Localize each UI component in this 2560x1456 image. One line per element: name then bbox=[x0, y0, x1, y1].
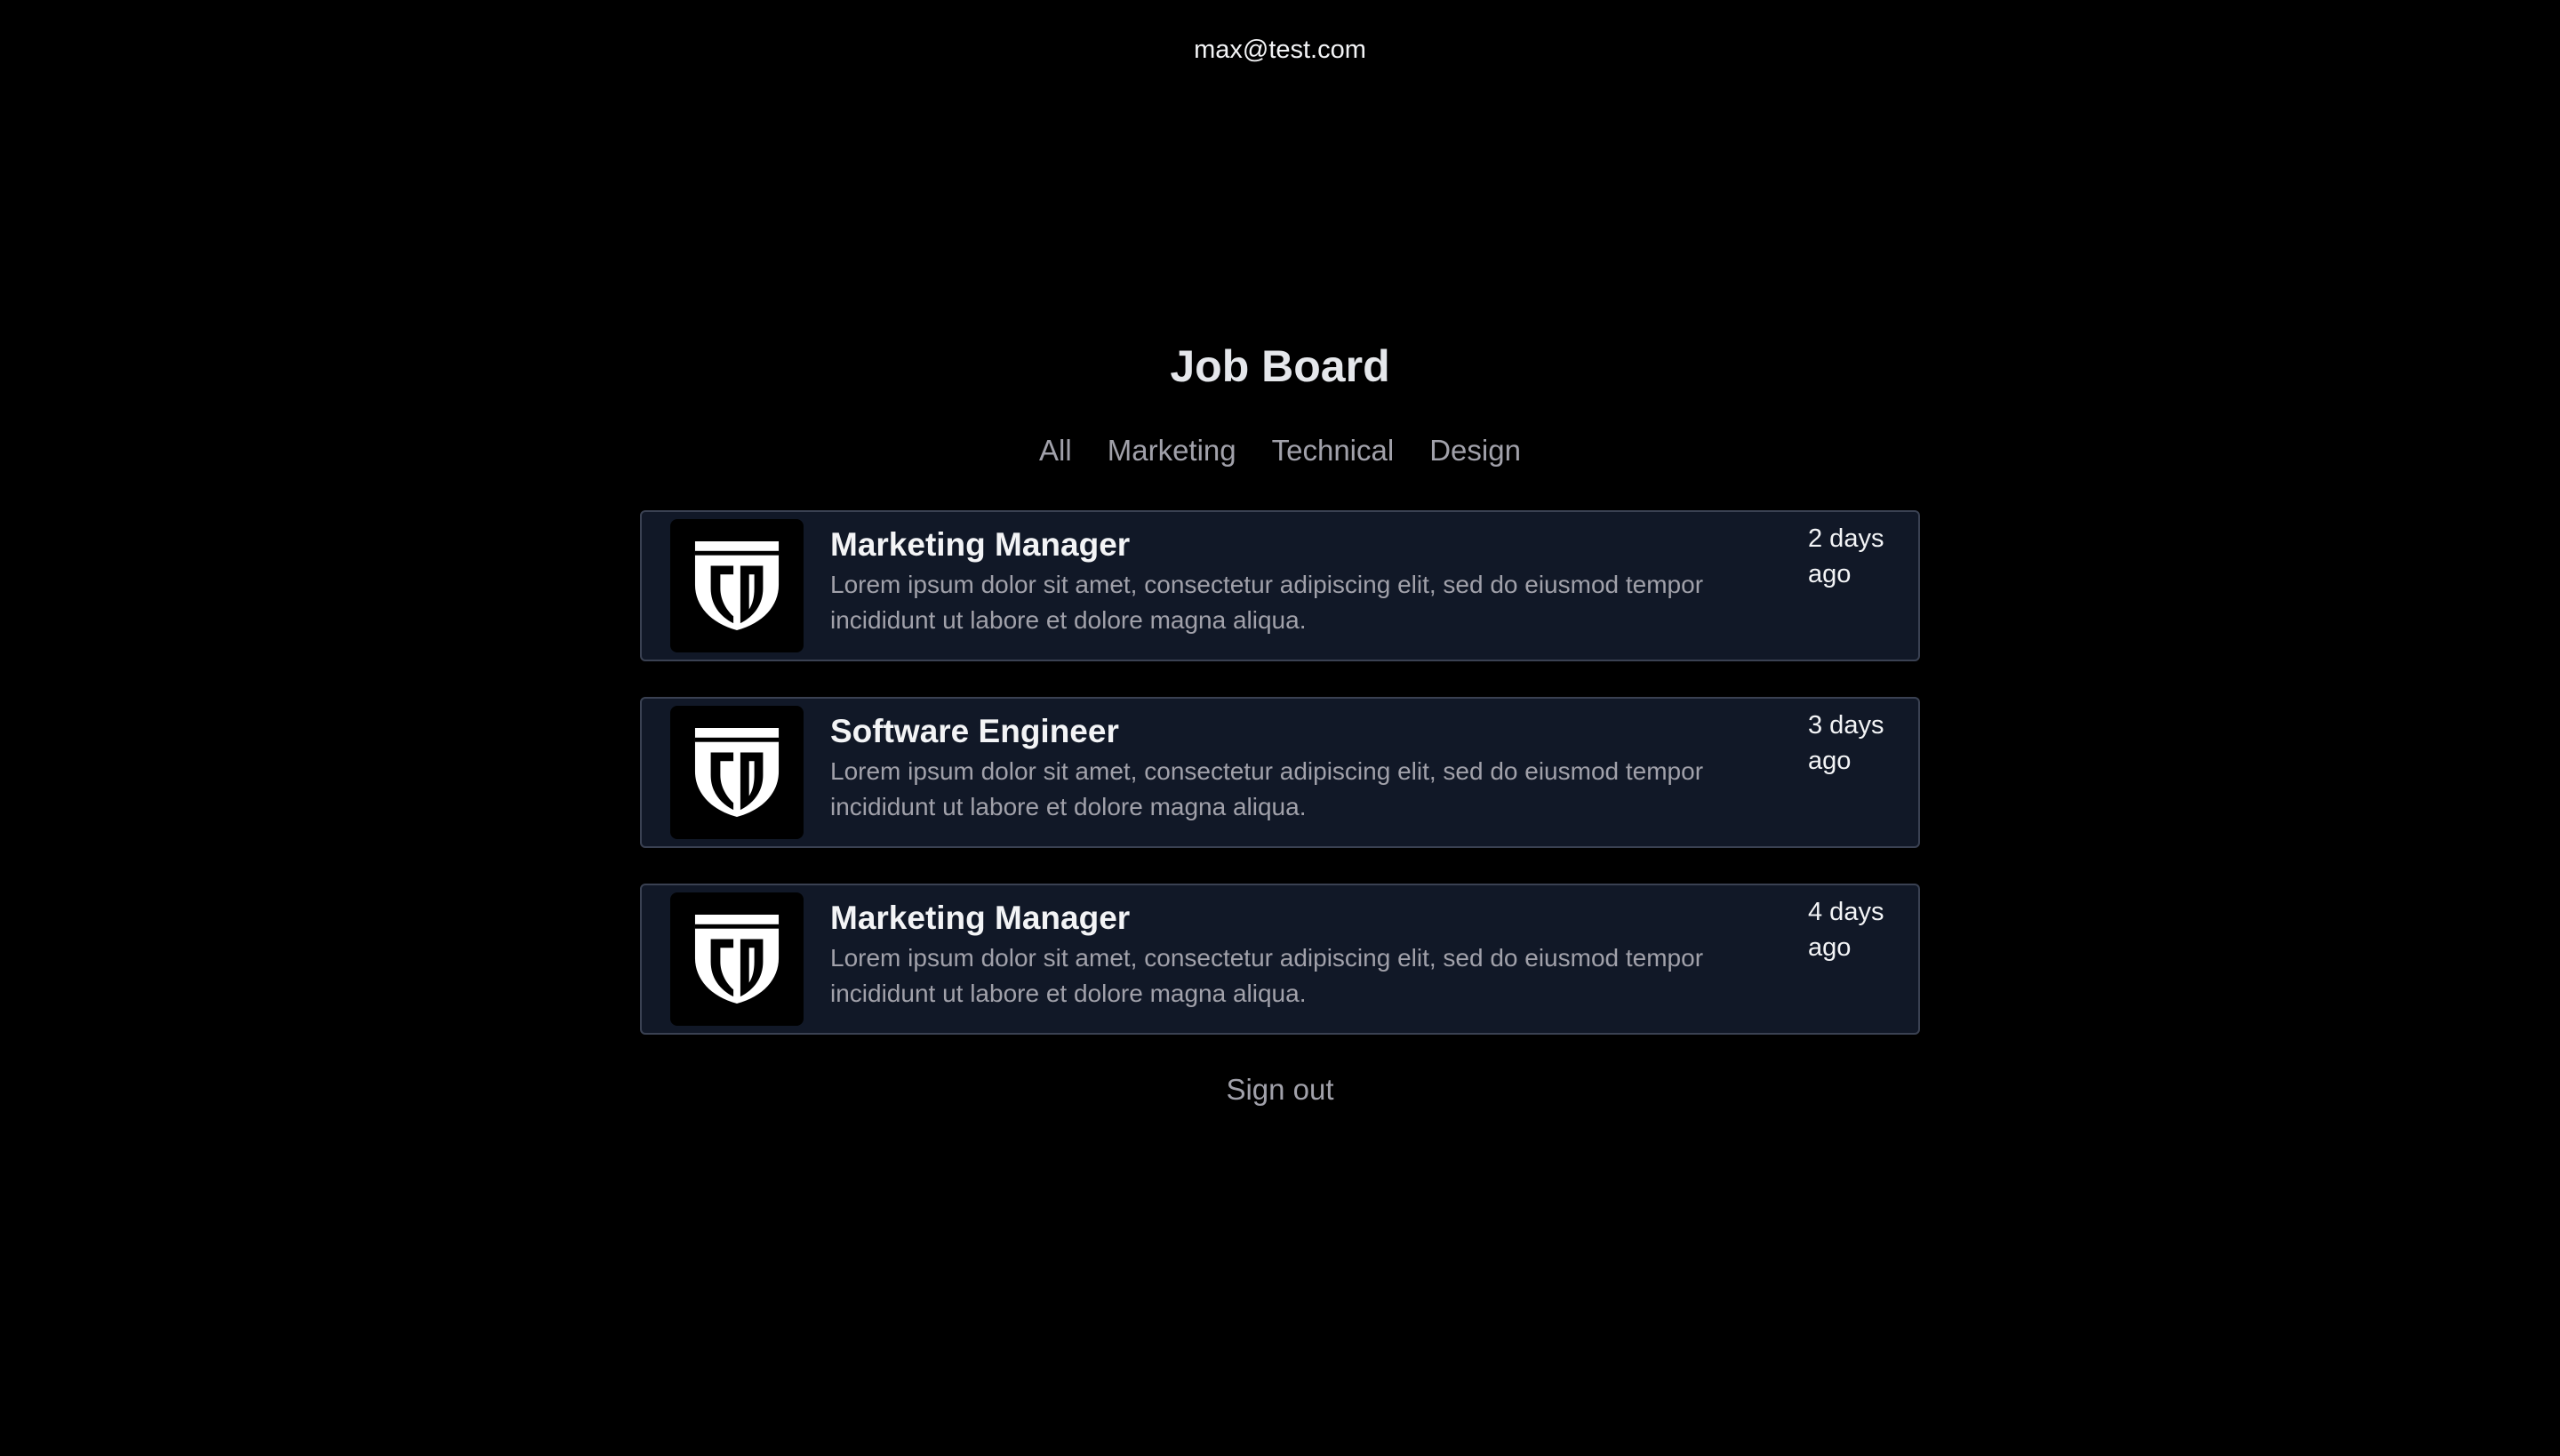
page-title: Job Board bbox=[1170, 341, 1390, 391]
filter-all[interactable]: All bbox=[1039, 434, 1072, 468]
job-card[interactable]: Marketing Manager Lorem ipsum dolor sit … bbox=[640, 510, 1920, 661]
filter-technical[interactable]: Technical bbox=[1272, 434, 1395, 468]
job-board-page: max@test.com Job Board All Marketing Tec… bbox=[0, 0, 2560, 1456]
job-card[interactable]: Software Engineer Lorem ipsum dolor sit … bbox=[640, 697, 1920, 848]
job-list: Marketing Manager Lorem ipsum dolor sit … bbox=[640, 510, 1920, 1070]
filter-marketing[interactable]: Marketing bbox=[1108, 434, 1236, 468]
job-info: Software Engineer Lorem ipsum dolor sit … bbox=[830, 699, 1755, 825]
job-posted-date: 2 days ago bbox=[1808, 524, 1884, 588]
job-info: Marketing Manager Lorem ipsum dolor sit … bbox=[830, 885, 1755, 1012]
job-title: Marketing Manager bbox=[830, 526, 1131, 563]
cd-shield-logo-icon bbox=[694, 728, 780, 817]
job-info: Marketing Manager Lorem ipsum dolor sit … bbox=[830, 512, 1755, 638]
user-email: max@test.com bbox=[1194, 36, 1366, 64]
sign-out-button[interactable]: Sign out bbox=[1226, 1073, 1333, 1106]
company-logo bbox=[670, 519, 804, 652]
job-posted-date: 4 days ago bbox=[1808, 898, 1884, 962]
job-title: Marketing Manager bbox=[830, 900, 1131, 936]
job-description: Lorem ipsum dolor sit amet, consectetur … bbox=[830, 571, 1704, 634]
signout-container: Sign out bbox=[0, 1070, 2560, 1109]
job-card[interactable]: Marketing Manager Lorem ipsum dolor sit … bbox=[640, 884, 1920, 1035]
filter-design[interactable]: Design bbox=[1429, 434, 1521, 468]
category-filters: All Marketing Technical Design bbox=[0, 434, 2560, 468]
cd-shield-logo-icon bbox=[694, 915, 780, 1004]
company-logo bbox=[670, 892, 804, 1026]
cd-shield-logo-icon bbox=[694, 541, 780, 630]
job-description: Lorem ipsum dolor sit amet, consectetur … bbox=[830, 944, 1704, 1007]
job-title: Software Engineer bbox=[830, 713, 1119, 749]
company-logo bbox=[670, 706, 804, 839]
job-description: Lorem ipsum dolor sit amet, consectetur … bbox=[830, 757, 1704, 820]
job-posted-date: 3 days ago bbox=[1808, 711, 1884, 775]
